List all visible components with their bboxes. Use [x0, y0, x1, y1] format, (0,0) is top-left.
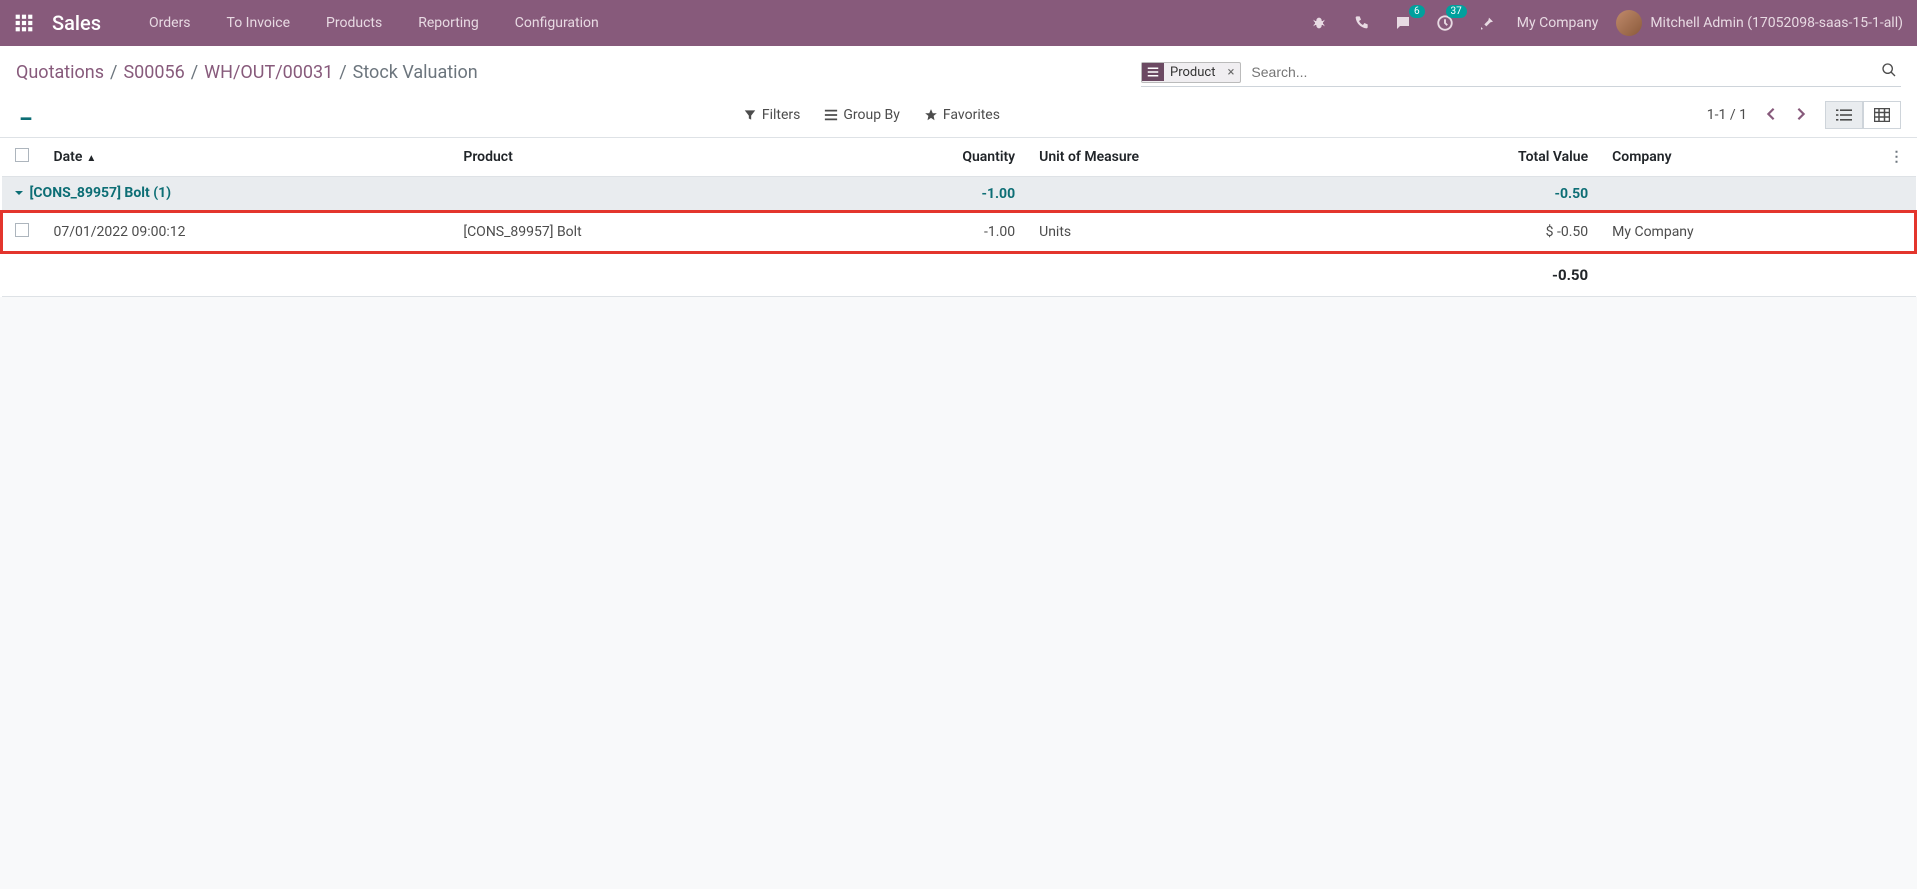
cell-date: 07/01/2022 09:00:12	[42, 212, 452, 253]
nav-orders[interactable]: Orders	[131, 15, 209, 31]
cell-product: [CONS_89957] Bolt	[451, 212, 825, 253]
select-all-checkbox[interactable]	[15, 148, 29, 162]
col-product[interactable]: Product	[451, 138, 825, 177]
cell-uom: Units	[1027, 212, 1353, 253]
favorites-button[interactable]: Favorites	[924, 107, 1000, 123]
group-total-value: -0.50	[1353, 177, 1600, 212]
nav-to-invoice[interactable]: To Invoice	[209, 15, 309, 31]
caret-down-icon	[14, 188, 24, 198]
col-date[interactable]: Date▲	[42, 138, 452, 177]
breadcrumb-order[interactable]: S00056	[123, 62, 184, 83]
activities-icon[interactable]: 37	[1433, 11, 1457, 35]
col-uom[interactable]: Unit of Measure	[1027, 138, 1353, 177]
pager[interactable]: 1-1 / 1	[1707, 107, 1747, 123]
breadcrumb-sep: /	[339, 62, 346, 83]
phone-icon[interactable]	[1349, 11, 1373, 35]
search-icon[interactable]	[1877, 62, 1901, 82]
nav-configuration[interactable]: Configuration	[497, 15, 617, 31]
breadcrumb: Quotations / S00056 / WH/OUT/00031 / Sto…	[16, 62, 478, 83]
total-row: -0.50	[2, 253, 1916, 297]
list-icon	[824, 108, 838, 122]
breadcrumb-sep: /	[191, 62, 198, 83]
footer-total: -0.50	[2, 253, 1601, 297]
apps-icon[interactable]	[14, 13, 34, 33]
cell-company: My Company	[1600, 212, 1877, 253]
search-facet: Product ×	[1141, 62, 1241, 83]
search-box[interactable]: Product ×	[1141, 58, 1901, 87]
list-view: Date▲ Product Quantity Unit of Measure T…	[0, 138, 1917, 297]
bug-icon[interactable]	[1307, 11, 1331, 35]
row-checkbox[interactable]	[15, 223, 29, 237]
favorites-label: Favorites	[943, 107, 1000, 123]
breadcrumb-quotations[interactable]: Quotations	[16, 62, 104, 83]
col-total-value[interactable]: Total Value	[1353, 138, 1600, 177]
group-by-label: Group By	[843, 107, 900, 123]
col-quantity[interactable]: Quantity	[825, 138, 1027, 177]
group-by-icon	[1142, 63, 1164, 81]
export-button[interactable]	[16, 104, 36, 124]
messages-icon[interactable]: 6	[1391, 11, 1415, 35]
nav-reporting[interactable]: Reporting	[400, 15, 497, 31]
user-name: Mitchell Admin (17052098-saas-15-1-all)	[1650, 15, 1903, 31]
breadcrumb-current: Stock Valuation	[353, 62, 478, 83]
pager-next[interactable]	[1791, 104, 1811, 127]
star-icon	[924, 108, 938, 122]
col-company[interactable]: Company	[1600, 138, 1877, 177]
facet-label: Product	[1164, 63, 1221, 82]
control-panel: Quotations / S00056 / WH/OUT/00031 / Sto…	[0, 46, 1917, 138]
tools-icon[interactable]	[1475, 11, 1499, 35]
group-row[interactable]: [CONS_89957] Bolt (1) -1.00 -0.50	[2, 177, 1916, 212]
filters-label: Filters	[762, 107, 801, 123]
breadcrumb-sep: /	[110, 62, 117, 83]
user-menu[interactable]: Mitchell Admin (17052098-saas-15-1-all)	[1616, 10, 1903, 36]
group-label: [CONS_89957] Bolt (1)	[30, 185, 172, 201]
nav-products[interactable]: Products	[308, 15, 400, 31]
pivot-view-icon	[1874, 108, 1890, 122]
facet-remove[interactable]: ×	[1221, 63, 1240, 82]
group-by-button[interactable]: Group By	[824, 107, 900, 123]
app-title[interactable]: Sales	[52, 11, 101, 35]
group-quantity: -1.00	[825, 177, 1027, 212]
cell-quantity: -1.00	[825, 212, 1027, 253]
pivot-view-button[interactable]	[1863, 101, 1901, 129]
funnel-icon	[743, 108, 757, 122]
table-row[interactable]: 07/01/2022 09:00:12 [CONS_89957] Bolt -1…	[2, 212, 1916, 253]
messages-badge: 6	[1409, 5, 1425, 18]
pager-prev[interactable]	[1761, 104, 1781, 127]
main-navbar: Sales Orders To Invoice Products Reporti…	[0, 0, 1917, 46]
cell-total-value: $ -0.50	[1353, 212, 1600, 253]
company-selector[interactable]: My Company	[1517, 15, 1599, 31]
sort-asc-icon: ▲	[86, 153, 96, 164]
search-input[interactable]	[1247, 60, 1877, 84]
list-view-icon	[1836, 108, 1852, 122]
avatar	[1616, 10, 1642, 36]
optional-columns[interactable]: ⋮	[1878, 138, 1916, 177]
filters-button[interactable]: Filters	[743, 107, 801, 123]
list-view-button[interactable]	[1825, 101, 1863, 129]
breadcrumb-transfer[interactable]: WH/OUT/00031	[204, 62, 333, 83]
activities-badge: 37	[1446, 5, 1467, 18]
